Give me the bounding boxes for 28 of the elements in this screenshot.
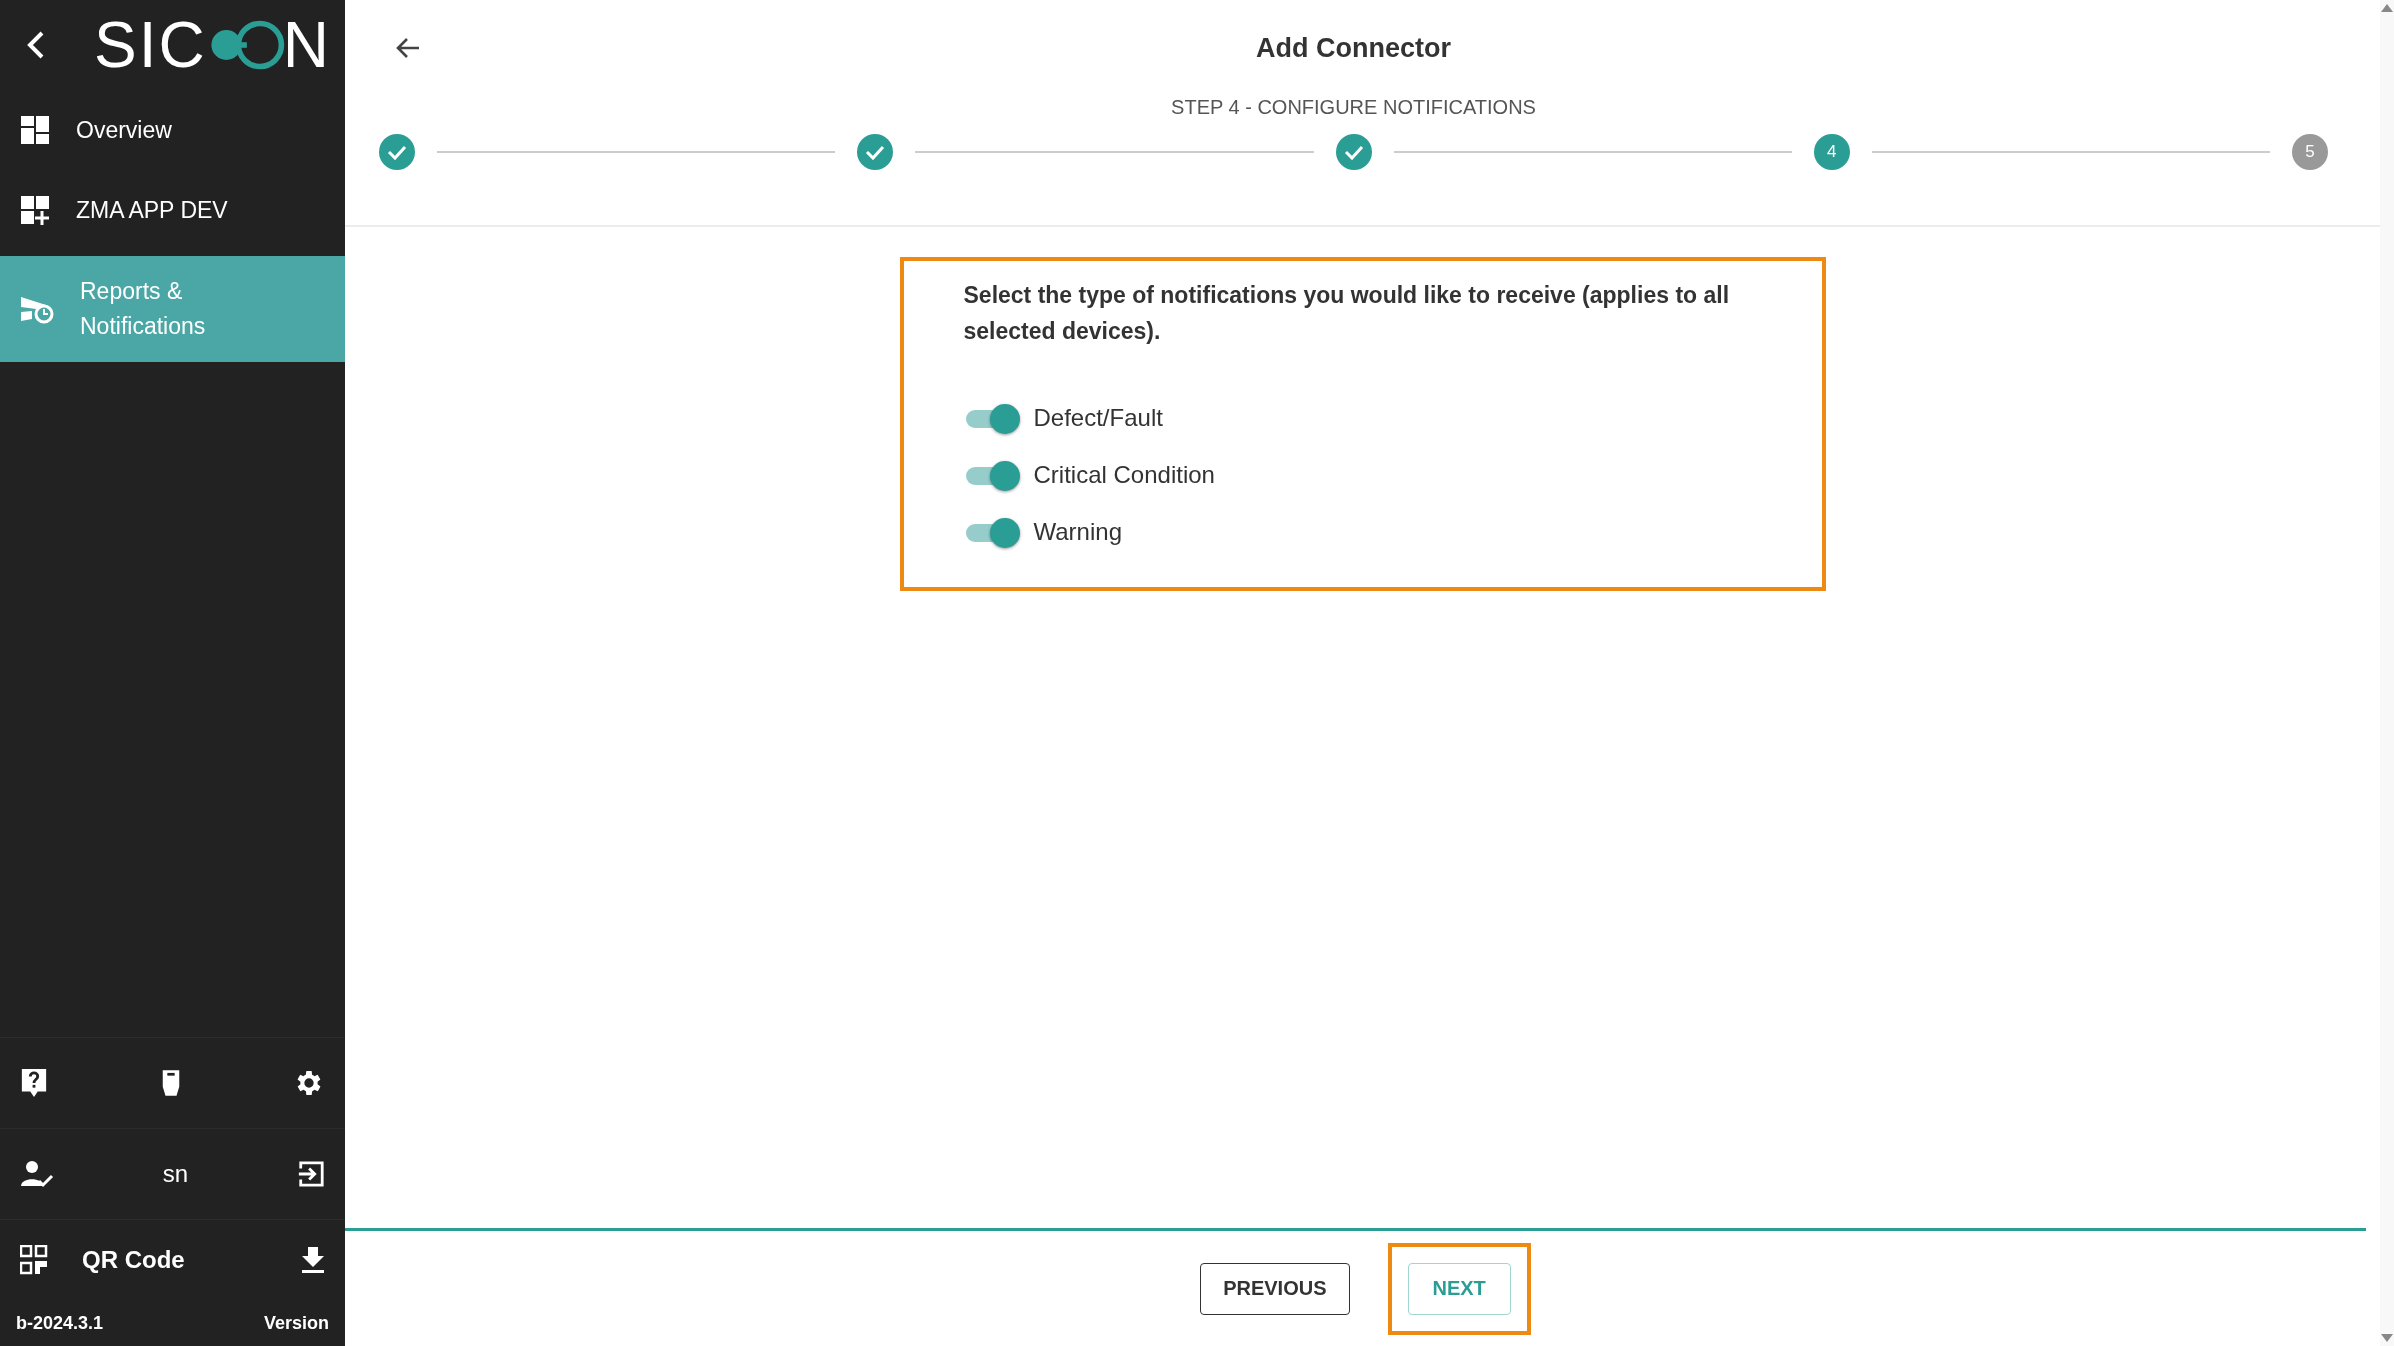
nav-item[interactable]: Overview [0,90,345,170]
page-title: Add Connector [1256,32,1451,64]
scroll-up-icon[interactable] [2381,2,2393,12]
toggle-label: Warning [1033,517,1122,546]
scroll-down-icon[interactable] [2381,1334,2393,1344]
toggle-label: Critical Condition [1033,460,1215,489]
logo: SIC N [94,8,331,82]
toggle-label: Defect/Fault [1033,403,1163,432]
step-number: 4 [1813,134,1850,170]
instruction-text: Select the type of notifications you would like to receive (applies to all selected devices). [963,281,1731,346]
dashboard-icon [20,115,50,145]
dashboard-add-icon [20,195,50,225]
download-icon[interactable] [301,1246,325,1274]
send-clock-icon [20,294,54,324]
build-number: b-2024.3.1 [16,1312,104,1334]
nav-item[interactable]: ZMA APP DEV [0,170,345,250]
back-arrow-icon[interactable] [395,36,421,60]
qr-code-icon [20,1245,48,1275]
user-check-icon[interactable] [20,1159,54,1189]
version-label: Version [263,1312,329,1334]
step-number: 5 [2292,134,2328,170]
step-label: STEP 4 - CONFIGURE NOTIFICATIONS [1170,96,1537,120]
qr-code-label[interactable]: QR Code [82,1246,185,1274]
previous-button[interactable]: PREVIOUS [1200,1262,1350,1315]
logout-icon[interactable] [297,1160,325,1188]
collapse-icon[interactable] [26,30,46,60]
user-name: sn [162,1160,189,1188]
help-icon[interactable] [20,1067,48,1099]
